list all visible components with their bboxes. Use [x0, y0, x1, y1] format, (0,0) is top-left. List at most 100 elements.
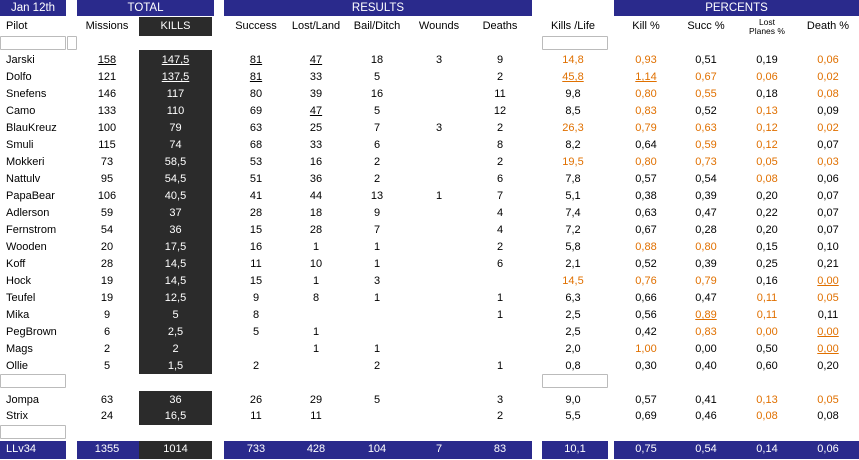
cell-pilot: PegBrown [6, 326, 57, 338]
cell-deaths: 9 [496, 54, 504, 66]
cell-kills: 54,5 [164, 173, 187, 185]
totals-pilot: LLv34 [6, 443, 36, 455]
percents-header: PERCENTS [614, 0, 859, 16]
cell-succpct: 0,41 [695, 394, 717, 406]
cell-kpl: 9,8 [565, 88, 581, 100]
cell-kills: 14,5 [164, 275, 187, 287]
cell-killpct: 0,76 [635, 275, 657, 287]
cell-lostpct: 0,11 [756, 309, 778, 321]
cell-deaths [470, 341, 530, 358]
cell-wounds [410, 324, 468, 341]
cell-lostpct: 0,05 [756, 156, 778, 168]
date-header: Jan 12th [0, 0, 66, 16]
cell-deathpct: 0,08 [817, 410, 839, 422]
cell-success: 81 [249, 54, 263, 66]
cell-pilot: Dolfo [6, 71, 32, 83]
cell-missions: 146 [97, 88, 117, 100]
cell-kills: 12,5 [164, 292, 187, 304]
cell-missions: 6 [103, 326, 111, 338]
separator-box [0, 425, 66, 439]
cell-success: 51 [249, 173, 263, 185]
cell-kpl: 2,1 [565, 258, 581, 270]
cell-pilot: PapaBear [6, 190, 55, 202]
cell-deathpct: 0,20 [817, 360, 839, 372]
cell-deaths: 1 [496, 360, 504, 372]
totals-lostland: 428 [306, 443, 326, 455]
cell-kpl: 14,8 [562, 54, 584, 66]
cell-pilot: Snefens [6, 88, 47, 100]
cell-kills: 147,5 [161, 54, 190, 66]
cell-deathpct: 0,08 [817, 88, 839, 100]
cell-lostland: 28 [309, 224, 323, 236]
cell-kpl: 2,5 [565, 326, 581, 338]
totals-succ-pct: 0,54 [695, 443, 717, 455]
separator-box [67, 36, 77, 50]
totals-success: 733 [246, 443, 266, 455]
cell-lostland: 10 [309, 258, 323, 270]
cell-kpl: 5,1 [565, 190, 581, 202]
cell-pilot: Camo [6, 105, 36, 117]
cell-lostland: 29 [309, 394, 323, 406]
cell-wounds [410, 341, 468, 358]
cell-kills: 2 [172, 343, 179, 355]
cell-missions: 73 [100, 156, 114, 168]
cell-bail [346, 408, 408, 425]
results-header: RESULTS [224, 0, 532, 16]
cell-bail: 2 [373, 360, 381, 372]
separator-box [542, 36, 608, 50]
cell-lostland: 47 [309, 105, 323, 117]
cell-lostpct: 0,19 [756, 54, 778, 66]
cell-succpct: 0,89 [695, 309, 717, 321]
cell-killpct: 0,79 [635, 122, 657, 134]
cell-deathpct: 0,02 [817, 122, 839, 134]
col-deaths: Deaths [482, 20, 518, 32]
cell-killpct: 0,52 [635, 258, 657, 270]
cell-success: 28 [249, 207, 263, 219]
cell-success: 16 [249, 241, 263, 253]
cell-deathpct: 0,06 [817, 54, 839, 66]
cell-pilot: Ollie [6, 360, 29, 372]
cell-bail: 3 [373, 275, 381, 287]
cell-lostpct: 0,50 [756, 343, 778, 355]
cell-lostpct: 0,08 [756, 173, 778, 185]
cell-pilot: Smuli [6, 139, 34, 151]
cell-deathpct: 0,07 [817, 139, 839, 151]
cell-missions: 121 [97, 71, 117, 83]
cell-missions: 19 [100, 292, 114, 304]
cell-succpct: 0,47 [695, 207, 717, 219]
cell-kpl: 7,2 [565, 224, 581, 236]
cell-kills: 5 [172, 309, 179, 321]
cell-lostpct: 0,06 [756, 71, 778, 83]
cell-bail: 6 [373, 139, 381, 151]
cell-deaths [470, 273, 530, 290]
cell-lostland: 25 [309, 122, 323, 134]
col-lost-pct: Lost Planes % [738, 16, 796, 38]
cell-success: 80 [249, 88, 263, 100]
cell-kpl: 0,8 [565, 360, 581, 372]
cell-success: 2 [252, 360, 260, 372]
cell-killpct: 0,66 [635, 292, 657, 304]
cell-lostland: 1 [312, 326, 320, 338]
cell-lostpct: 0,16 [756, 275, 778, 287]
cell-kills: 2,5 [167, 326, 184, 338]
cell-succpct: 0,52 [695, 105, 717, 117]
cell-kpl: 5,8 [565, 241, 581, 253]
cell-pilot: Koff [6, 258, 26, 270]
cell-succpct: 0,28 [695, 224, 717, 236]
cell-wounds [410, 358, 468, 375]
cell-missions: 95 [100, 173, 114, 185]
cell-lostland: 1 [312, 275, 320, 287]
cell-kpl: 8,2 [565, 139, 581, 151]
cell-deaths [470, 324, 530, 341]
cell-lostland: 18 [309, 207, 323, 219]
cell-killpct: 0,80 [635, 88, 657, 100]
cell-succpct: 0,51 [695, 54, 717, 66]
cell-succpct: 0,00 [695, 343, 717, 355]
col-death-pct: Death % [806, 20, 850, 32]
cell-missions: 133 [97, 105, 117, 117]
total-header: TOTAL [77, 0, 214, 16]
cell-wounds [410, 290, 468, 307]
cell-lostpct: 0,20 [756, 224, 778, 236]
cell-missions: 9 [103, 309, 111, 321]
cell-missions: 115 [98, 139, 116, 151]
